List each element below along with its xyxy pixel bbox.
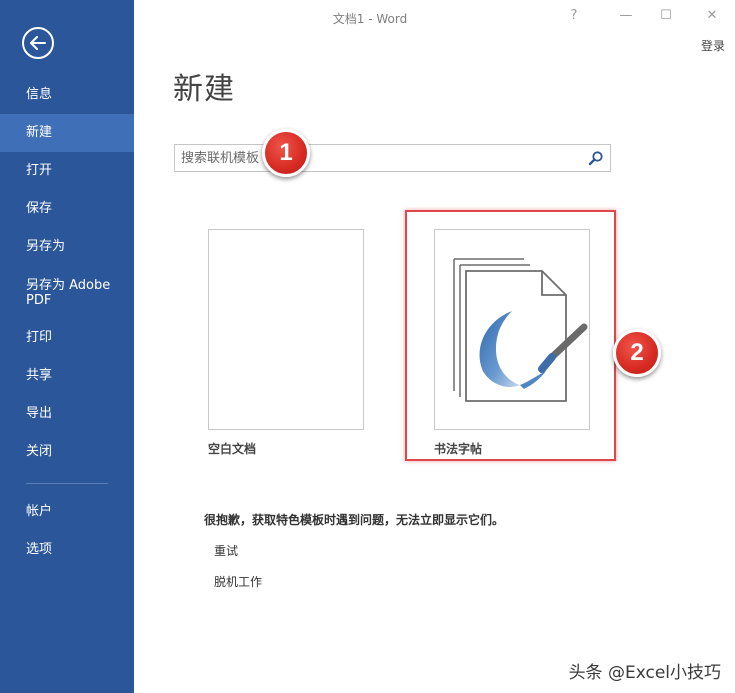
signin-link[interactable]: 登录 [701, 37, 725, 54]
annotation-badge-2: 2 [613, 329, 661, 377]
annotation-badge-1: 1 [262, 129, 310, 177]
sidebar-item-save-as-pdf[interactable]: 另存为 Adobe PDF [0, 273, 134, 313]
sidebar-item-label-line2: PDF [26, 293, 52, 308]
page-title: 新建 [173, 72, 235, 107]
sidebar-item-close[interactable]: 关闭 [0, 433, 134, 471]
sidebar-item-save-as[interactable]: 另存为 [0, 228, 134, 266]
error-message: 很抱歉，获取特色模板时遇到问题，无法立即显示它们。 [204, 513, 505, 527]
sidebar-item-label: 另存为 Adobe [26, 278, 111, 293]
backstage-sidebar: 信息 新建 打开 保存 另存为 另存为 Adobe PDF 打印 共享 导出 关… [0, 0, 134, 693]
sidebar-item-export[interactable]: 导出 [0, 395, 134, 433]
sidebar-item-share[interactable]: 共享 [0, 357, 134, 395]
work-offline-link[interactable]: 脱机工作 [214, 573, 262, 590]
window-title: 文档1 - Word [332, 12, 408, 26]
sidebar-item-account[interactable]: 帐户 [0, 493, 134, 531]
sidebar-item-save[interactable]: 保存 [0, 190, 134, 228]
search-input[interactable] [181, 149, 571, 167]
sidebar-item-info[interactable]: 信息 [0, 76, 134, 114]
search-icon[interactable] [588, 150, 604, 166]
sidebar-item-options[interactable]: 选项 [0, 531, 134, 569]
template-label: 空白文档 [208, 442, 257, 456]
template-thumbnail [208, 229, 364, 430]
back-button[interactable] [22, 27, 54, 59]
annotation-highlight-box [405, 210, 616, 461]
help-button[interactable]: ? [562, 6, 586, 26]
sidebar-item-open[interactable]: 打开 [0, 152, 134, 190]
minimize-button[interactable]: — [614, 6, 638, 26]
sidebar-item-new[interactable]: 新建 [0, 114, 134, 152]
template-search-box [174, 144, 611, 172]
restore-button[interactable]: ☐ [654, 6, 678, 26]
watermark: 头条 @Excel小技巧 [568, 663, 721, 683]
sidebar-divider [26, 483, 108, 484]
retry-link[interactable]: 重试 [214, 542, 238, 559]
sidebar-item-print[interactable]: 打印 [0, 319, 134, 357]
back-arrow-icon [30, 36, 46, 50]
close-button[interactable]: ✕ [700, 6, 724, 26]
